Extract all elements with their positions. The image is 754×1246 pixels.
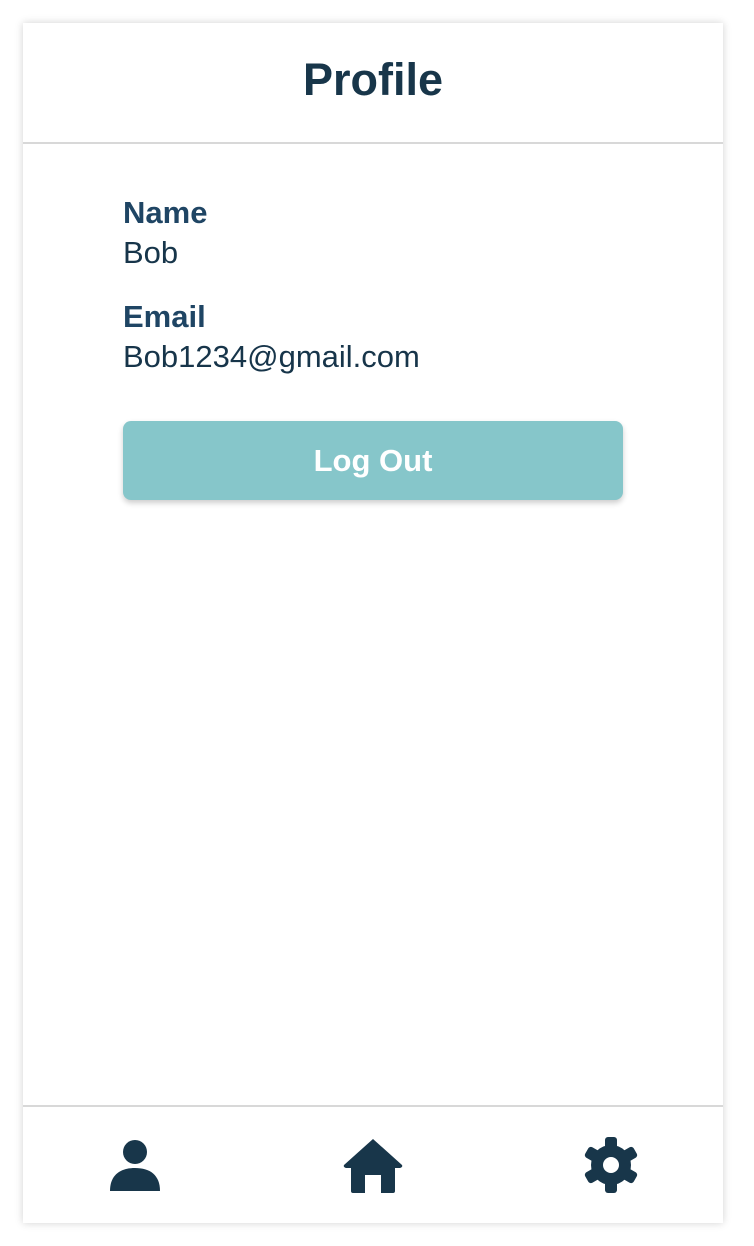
header-bar: Profile [23,23,723,144]
home-icon [343,1139,403,1193]
tab-profile[interactable] [75,1107,195,1223]
person-icon [110,1140,160,1191]
profile-details: Name Bob Email Bob1234@gmail.com Log Out [123,193,623,500]
app-frame: Profile Name Bob Email Bob1234@gmail.com… [23,23,723,1223]
bottom-tab-bar [23,1105,723,1223]
name-value: Bob [123,235,179,270]
tab-home[interactable] [313,1107,433,1223]
log-out-button[interactable]: Log Out [123,421,623,500]
tab-settings[interactable] [551,1107,671,1223]
page-title: Profile [302,53,444,105]
gear-icon [584,1137,638,1193]
email-value: Bob1234@gmail.com [123,339,420,374]
name-label: Name [123,195,208,230]
email-label: Email [123,299,206,334]
